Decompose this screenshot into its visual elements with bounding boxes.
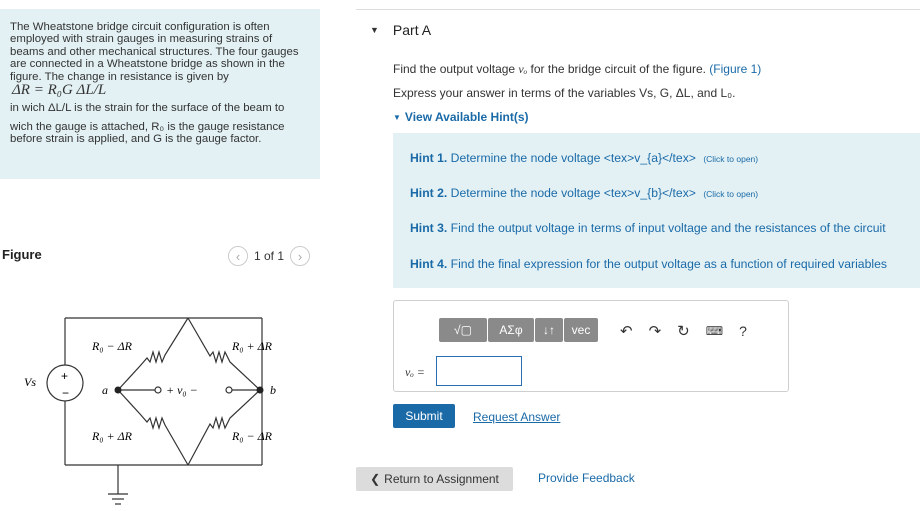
node-b-label: b xyxy=(270,383,276,397)
view-hints-toggle[interactable]: ▼ View Available Hint(s) xyxy=(393,110,529,124)
intro-line: employed with strain gauges in measuring… xyxy=(10,33,273,46)
intro-line: before strain is applied, and G is the g… xyxy=(10,133,262,146)
caret-down-icon: ▼ xyxy=(393,112,401,122)
return-to-assignment-button[interactable]: ❮ Return to Assignment xyxy=(356,467,513,491)
symbols-button[interactable]: ΑΣφ xyxy=(488,318,534,342)
chevron-right-icon: › xyxy=(297,248,303,264)
return-label: Return to Assignment xyxy=(384,472,499,486)
source-plus-sign: + xyxy=(61,369,68,383)
intro-line: beams and other mechanical structures. T… xyxy=(10,45,299,58)
answer-instructions: Express your answer in terms of the vari… xyxy=(393,86,736,100)
resistor-label-bottom-left: R₀ + ΔR xyxy=(91,429,133,443)
submit-button[interactable]: Submit xyxy=(393,404,455,428)
question-text: Find the output voltage vₒ for the bridg… xyxy=(393,62,761,77)
templates-button[interactable]: √▢ xyxy=(439,318,487,342)
intro-line: are connected in a Wheatstone bridge as … xyxy=(10,58,285,71)
intro-line: in wich ΔL/L is the strain for the surfa… xyxy=(10,102,285,115)
chevron-left-icon: ‹ xyxy=(235,248,241,264)
hint-number: Hint 4. xyxy=(410,257,448,271)
divider xyxy=(356,9,920,10)
hint-number: Hint 1. xyxy=(410,151,448,165)
hint-1[interactable]: Hint 1. Determine the node voltage <tex>… xyxy=(410,151,758,165)
source-minus-sign: − xyxy=(62,386,69,400)
intro-line: wich the gauge is attached, R₀ is the ga… xyxy=(10,120,285,133)
editor-actions: ↶ ↷ ↻ ⌨ ? xyxy=(620,322,747,340)
figure-pager: ‹ 1 of 1 › xyxy=(228,245,311,267)
hint-3[interactable]: Hint 3. Find the output voltage in terms… xyxy=(410,221,886,235)
vo-variable: vₒ xyxy=(518,62,528,76)
question-text-part: Find the output voltage xyxy=(393,62,519,76)
hint-text: Find the output voltage in terms of inpu… xyxy=(450,221,886,235)
prev-figure-button[interactable]: ‹ xyxy=(228,246,248,266)
resistor-label-top-left: R₀ − ΔR xyxy=(91,339,133,353)
figure-link[interactable]: (Figure 1) xyxy=(709,62,761,76)
vo-polarity-label: + v₀ − xyxy=(166,383,198,397)
hint-number: Hint 2. xyxy=(410,186,448,200)
hint-note: (Click to open) xyxy=(703,189,759,199)
hints-panel: Hint 1. Determine the node voltage <tex>… xyxy=(393,133,920,288)
figure-label: Figure xyxy=(2,247,42,262)
chevron-left-icon: ❮ xyxy=(370,472,381,486)
next-figure-button[interactable]: › xyxy=(290,246,311,266)
undo-icon[interactable]: ↶ xyxy=(620,322,633,340)
vector-button[interactable]: vec xyxy=(564,318,598,342)
hint-text: Determine the node voltage <tex>v_{a}</t… xyxy=(450,151,696,165)
answer-input[interactable] xyxy=(436,356,522,386)
hint-note: (Click to open) xyxy=(703,154,759,164)
math-toolbar: √▢ ΑΣφ ↓↑ vec xyxy=(439,318,598,342)
resistor-label-top-right: R₀ + ΔR xyxy=(231,339,273,353)
wheatstone-bridge-diagram: + − Vs R₀ − ΔR R₀ + ΔR R₀ + ΔR R₀ − ΔR a… xyxy=(24,317,276,505)
problem-intro: The Wheatstone bridge circuit configurat… xyxy=(0,9,320,179)
view-hints-label: View Available Hint(s) xyxy=(404,110,529,124)
vs-label: Vs xyxy=(24,375,36,389)
hint-text: Find the final expression for the output… xyxy=(450,257,887,271)
hint-2[interactable]: Hint 2. Determine the node voltage <tex>… xyxy=(410,186,758,200)
redo-icon[interactable]: ↷ xyxy=(649,322,662,340)
part-a-title: Part A xyxy=(392,22,432,38)
node-a-label: a xyxy=(102,383,108,397)
figure-page-count: 1 of 1 xyxy=(254,249,285,263)
subscript-button[interactable]: ↓↑ xyxy=(535,318,563,342)
answer-label: vₒ = xyxy=(405,365,425,379)
question-text-part: for the bridge circuit of the figure. xyxy=(527,62,710,76)
collapse-triangle-icon: ▼ xyxy=(370,25,379,35)
request-answer-link[interactable]: Request Answer xyxy=(473,410,560,424)
part-a-header[interactable]: ▼ Part A xyxy=(370,22,431,38)
resistor-label-bottom-right: R₀ − ΔR xyxy=(231,429,273,443)
hint-4[interactable]: Hint 4. Find the final expression for th… xyxy=(410,257,887,271)
reset-icon[interactable]: ↻ xyxy=(677,322,690,340)
intro-line: The Wheatstone bridge circuit configurat… xyxy=(10,21,270,33)
provide-feedback-link[interactable]: Provide Feedback xyxy=(538,471,635,485)
keyboard-icon[interactable]: ⌨ xyxy=(706,324,723,338)
hint-number: Hint 3. xyxy=(410,221,448,235)
answer-editor: √▢ ΑΣφ ↓↑ vec ↶ ↷ ↻ ⌨ ? vₒ = xyxy=(393,300,789,392)
hint-text: Determine the node voltage <tex>v_{b}</t… xyxy=(450,186,696,200)
resistance-formula: ΔR = R₀G ΔL/L xyxy=(12,82,107,99)
help-icon[interactable]: ? xyxy=(739,323,747,339)
